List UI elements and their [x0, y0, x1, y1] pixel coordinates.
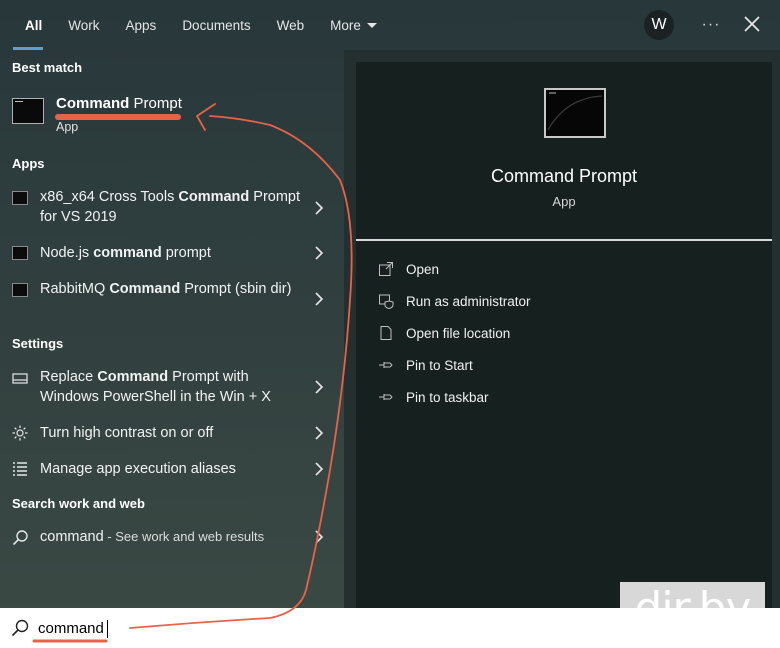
- action-label: Open: [406, 261, 440, 277]
- sun-icon: [12, 425, 28, 441]
- search-icon: [12, 530, 28, 546]
- more-dots-icon[interactable]: ···: [698, 12, 724, 38]
- chevron-right-icon[interactable]: [313, 380, 325, 394]
- tab-web[interactable]: Web: [264, 0, 318, 50]
- action-pin-to-taskbar[interactable]: Pin to taskbar: [378, 386, 489, 408]
- tab-label: Documents: [182, 17, 251, 33]
- preview-title: Command Prompt: [490, 166, 638, 186]
- command-prompt-icon: [12, 246, 28, 260]
- pin-icon: [379, 362, 393, 368]
- action-label: Run as administrator: [406, 293, 531, 309]
- tab-all[interactable]: All: [0, 0, 55, 50]
- action-label: Pin to Start: [406, 357, 473, 373]
- best-match-subtitle: App: [56, 120, 79, 134]
- action-open-file-location[interactable]: Open file location: [378, 322, 510, 344]
- tab-work[interactable]: Work: [55, 0, 112, 50]
- list-item-replace-powershell[interactable]: Replace Command Prompt with Windows Powe…: [0, 367, 344, 409]
- start-search-window: All Work Apps Documents Web More W ··· B…: [0, 0, 780, 648]
- close-icon[interactable]: [740, 12, 764, 36]
- tab-label: Apps: [125, 17, 157, 33]
- preview-card: Command Prompt App Open Run as administr…: [356, 62, 772, 608]
- list-item-x86-cross-tools[interactable]: x86_x64 Cross Tools Command Prompt for V…: [0, 187, 344, 229]
- tab-label: Web: [276, 17, 305, 33]
- tab-documents[interactable]: Documents: [169, 0, 263, 50]
- list-item-app-aliases[interactable]: Manage app execution aliases: [0, 459, 344, 483]
- tab-label: More: [330, 17, 361, 33]
- chevron-right-icon[interactable]: [313, 292, 325, 306]
- tab-label: All: [25, 17, 43, 33]
- command-prompt-icon: [12, 283, 28, 297]
- command-prompt-icon: [12, 98, 44, 124]
- text-caret: [107, 620, 108, 638]
- item-label: Node.js command prompt: [40, 245, 211, 261]
- avatar[interactable]: W: [644, 10, 674, 40]
- section-settings: Settings: [12, 336, 64, 351]
- list-icon: [13, 462, 27, 476]
- preview-panel: Command Prompt App Open Run as administr…: [344, 50, 780, 608]
- search-bar: [0, 608, 780, 648]
- tab-more[interactable]: More: [317, 0, 390, 50]
- chevron-right-icon[interactable]: [313, 426, 325, 440]
- search-icon: [11, 619, 29, 637]
- tab-apps[interactable]: Apps: [113, 0, 170, 50]
- list-item-high-contrast[interactable]: Turn high contrast on or off: [0, 423, 344, 447]
- chevron-right-icon[interactable]: [313, 462, 325, 476]
- open-icon: [379, 262, 393, 276]
- list-item-nodejs-prompt[interactable]: Node.js command prompt: [0, 243, 344, 267]
- action-label: Open file location: [406, 325, 511, 341]
- section-search-web: Search work and web: [12, 496, 145, 511]
- chevron-down-icon: [366, 22, 377, 28]
- item-label: Replace Command Prompt with Windows Powe…: [40, 369, 271, 405]
- title-rest: Prompt: [129, 95, 182, 112]
- list-item-rabbitmq-prompt[interactable]: RabbitMQ Command Prompt (sbin dir): [0, 279, 344, 321]
- item-label: RabbitMQ Command Prompt (sbin dir): [40, 281, 292, 297]
- results-panel: Best match Command Prompt App Apps x86_x…: [0, 50, 344, 608]
- chevron-right-icon[interactable]: [313, 530, 325, 544]
- list-item-web-search[interactable]: command - See work and web results: [0, 527, 344, 551]
- item-label: Turn high contrast on or off: [40, 425, 214, 441]
- item-label: x86_x64 Cross Tools Command Prompt for V…: [40, 189, 301, 225]
- preview-subtitle: App: [552, 194, 576, 209]
- taskbar-icon: [12, 373, 28, 384]
- section-best-match: Best match: [12, 60, 83, 75]
- tab-label: Work: [68, 17, 100, 33]
- action-run-as-admin[interactable]: Run as administrator: [378, 290, 531, 312]
- action-label: Pin to taskbar: [406, 389, 489, 405]
- search-input[interactable]: [38, 616, 338, 640]
- chevron-right-icon[interactable]: [313, 201, 325, 215]
- action-pin-to-start[interactable]: Pin to Start: [378, 354, 473, 376]
- pin-icon: [379, 394, 393, 400]
- item-label: Manage app execution aliases: [40, 461, 236, 477]
- action-open[interactable]: Open: [378, 258, 439, 280]
- section-apps: Apps: [12, 156, 45, 171]
- avatar-letter: W: [651, 16, 667, 33]
- shield-icon: [379, 294, 394, 309]
- console-glare-icon: [547, 92, 603, 131]
- command-prompt-icon: [544, 88, 606, 138]
- divider: [356, 239, 772, 241]
- chevron-right-icon[interactable]: [313, 246, 325, 260]
- file-icon: [380, 326, 392, 340]
- item-label: command - See work and web results: [40, 529, 265, 545]
- command-prompt-icon: [12, 191, 28, 205]
- best-match-title: Command Prompt: [56, 95, 182, 112]
- best-match-command-prompt[interactable]: Command Prompt App: [0, 90, 344, 142]
- title-bold: Command: [56, 95, 130, 112]
